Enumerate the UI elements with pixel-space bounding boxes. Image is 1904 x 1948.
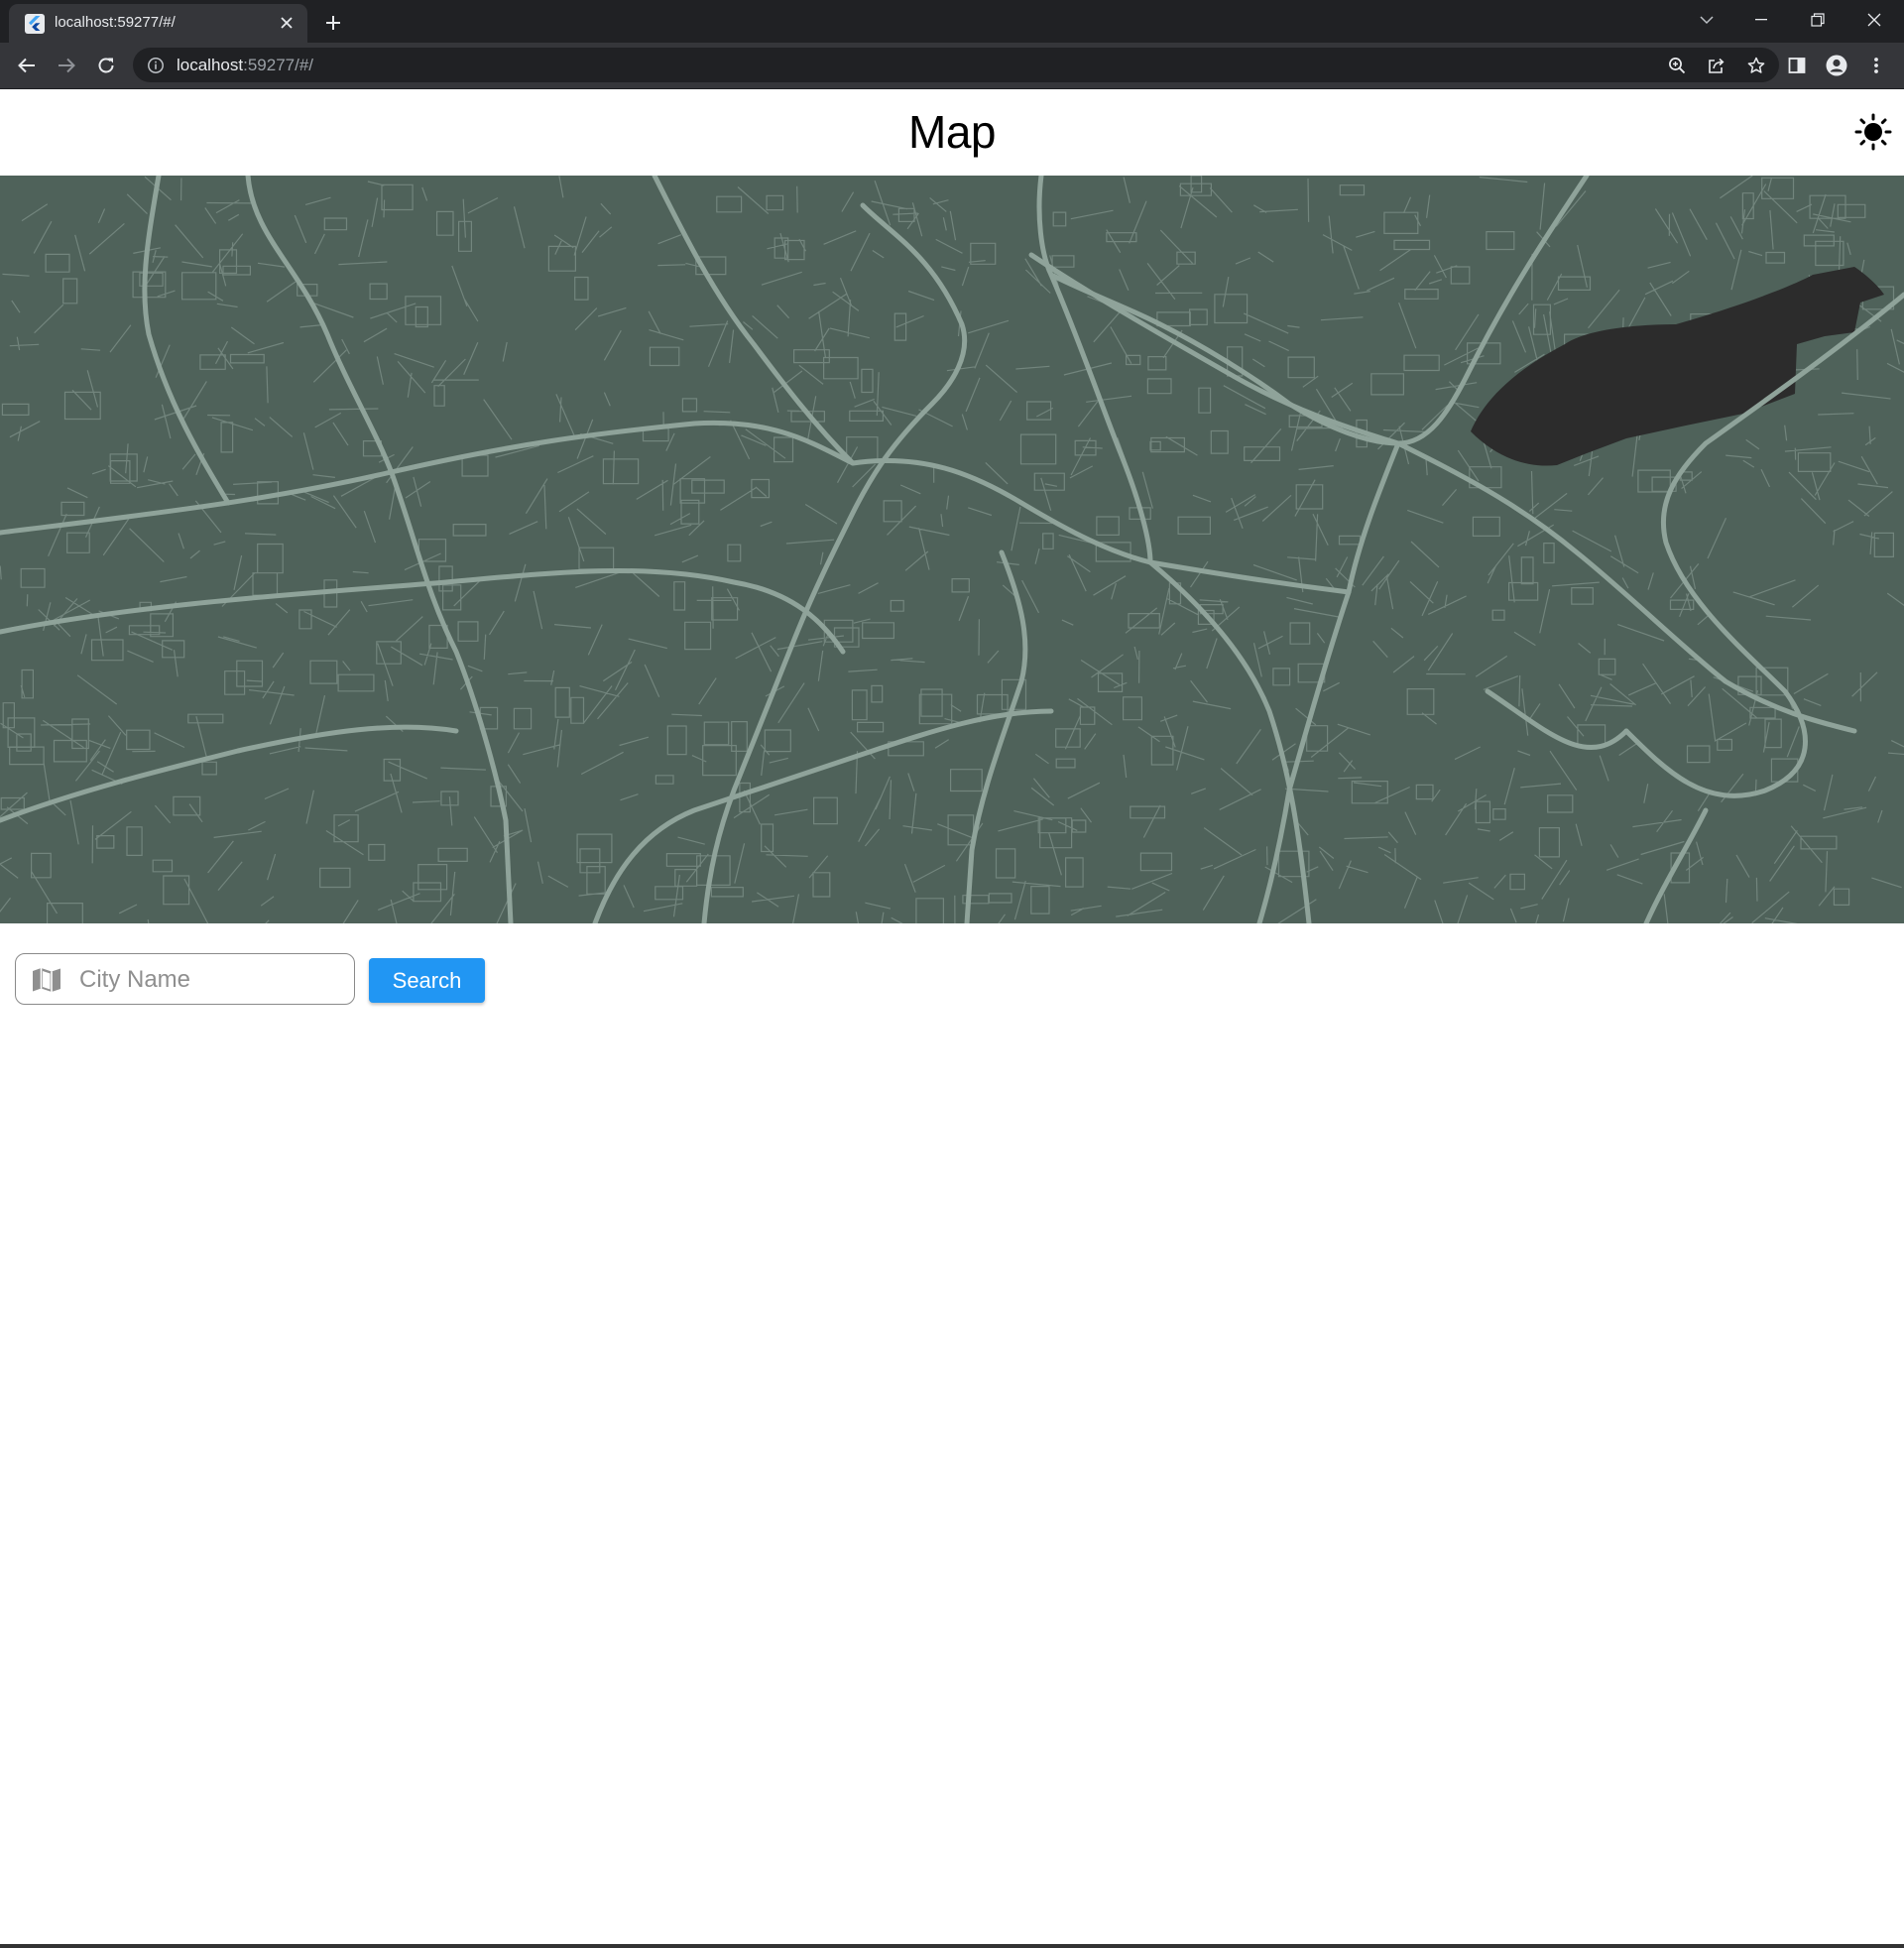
major-roads-layer [0, 176, 1904, 923]
side-panel-icon[interactable] [1783, 52, 1811, 79]
tab-search-chevron-icon[interactable] [1679, 0, 1734, 40]
new-tab-icon[interactable] [319, 9, 347, 37]
dark-area [1471, 267, 1884, 466]
browser-tab[interactable]: localhost:59277/#/ [9, 4, 307, 43]
page-title: Map [908, 106, 996, 158]
flutter-logo-icon [25, 14, 45, 34]
address-host: localhost [177, 56, 244, 74]
bookmark-star-icon[interactable] [1743, 53, 1769, 78]
map-canvas [0, 176, 1904, 923]
search-bar-area: Search [0, 923, 1904, 1948]
sun-icon[interactable] [1852, 111, 1894, 153]
close-window-icon[interactable] [1846, 0, 1902, 40]
browser-tab-strip: localhost:59277/#/ [0, 0, 1904, 43]
share-icon[interactable] [1704, 53, 1729, 78]
search-button[interactable]: Search [369, 958, 485, 1003]
close-tab-icon[interactable] [276, 12, 298, 34]
minor-streets-layer [0, 176, 1904, 923]
tab-title: localhost:59277/#/ [55, 14, 176, 31]
address-bar[interactable]: localhost:59277/#/ [133, 48, 1779, 82]
city-street-map[interactable] [0, 176, 1904, 923]
back-arrow-icon[interactable] [12, 51, 42, 80]
zoom-icon[interactable] [1664, 53, 1690, 78]
map-icon [32, 967, 61, 993]
minimize-icon[interactable] [1733, 0, 1789, 40]
minor-streets [0, 176, 1904, 923]
city-name-input[interactable] [77, 960, 349, 1000]
reload-icon[interactable] [91, 51, 121, 80]
profile-avatar-icon[interactable] [1823, 52, 1850, 79]
window-bottom-edge [0, 1944, 1904, 1948]
city-name-field[interactable] [15, 953, 355, 1005]
address-port-path: :59277/#/ [243, 56, 314, 74]
app-bar: Map [0, 89, 1904, 176]
site-info-icon[interactable] [147, 57, 165, 74]
restore-icon[interactable] [1790, 0, 1845, 40]
browser-menu-icon[interactable] [1862, 52, 1890, 79]
browser-toolbar: localhost:59277/#/ [0, 43, 1904, 89]
address-url: localhost:59277/#/ [177, 56, 313, 75]
forward-arrow-icon[interactable] [52, 51, 81, 80]
